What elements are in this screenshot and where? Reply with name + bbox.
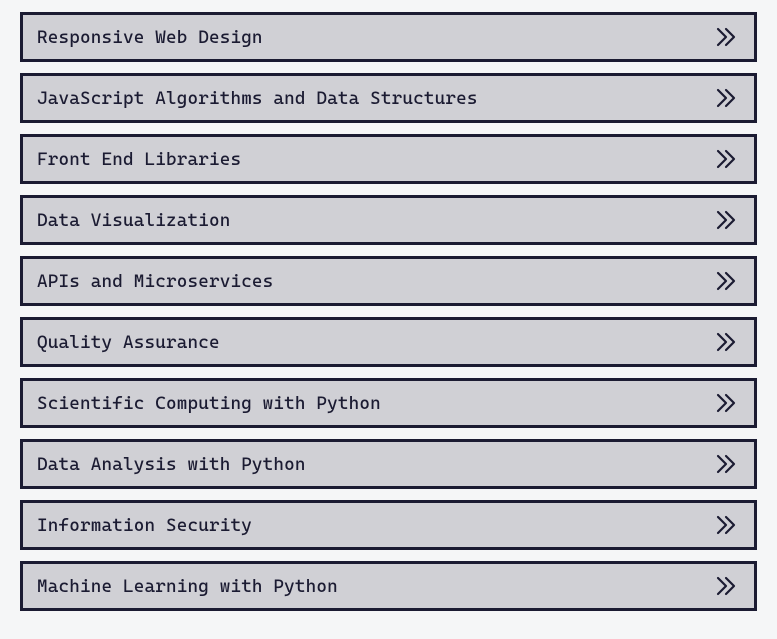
course-label: Front End Libraries xyxy=(37,149,241,170)
course-label: APIs and Microservices xyxy=(37,271,273,292)
course-label: Responsive Web Design xyxy=(37,27,263,48)
chevrons-right-icon xyxy=(714,209,738,231)
chevrons-right-icon xyxy=(714,270,738,292)
course-item-front-end-libraries[interactable]: Front End Libraries xyxy=(20,134,757,184)
chevrons-right-icon xyxy=(714,148,738,170)
course-item-data-analysis-python[interactable]: Data Analysis with Python xyxy=(20,439,757,489)
course-item-quality-assurance[interactable]: Quality Assurance xyxy=(20,317,757,367)
course-list: Responsive Web Design JavaScript Algorit… xyxy=(20,12,757,611)
course-item-machine-learning-python[interactable]: Machine Learning with Python xyxy=(20,561,757,611)
course-label: JavaScript Algorithms and Data Structure… xyxy=(37,88,478,109)
chevrons-right-icon xyxy=(714,331,738,353)
chevrons-right-icon xyxy=(714,575,738,597)
chevrons-right-icon xyxy=(714,87,738,109)
course-label: Quality Assurance xyxy=(37,332,220,353)
course-item-apis-microservices[interactable]: APIs and Microservices xyxy=(20,256,757,306)
course-label: Data Visualization xyxy=(37,210,230,231)
course-item-javascript-algorithms[interactable]: JavaScript Algorithms and Data Structure… xyxy=(20,73,757,123)
chevrons-right-icon xyxy=(714,514,738,536)
chevrons-right-icon xyxy=(714,26,738,48)
course-label: Information Security xyxy=(37,515,252,536)
chevrons-right-icon xyxy=(714,392,738,414)
course-item-information-security[interactable]: Information Security xyxy=(20,500,757,550)
course-item-responsive-web-design[interactable]: Responsive Web Design xyxy=(20,12,757,62)
course-label: Machine Learning with Python xyxy=(37,576,338,597)
course-label: Scientific Computing with Python xyxy=(37,393,381,414)
course-item-scientific-computing-python[interactable]: Scientific Computing with Python xyxy=(20,378,757,428)
chevrons-right-icon xyxy=(714,453,738,475)
course-label: Data Analysis with Python xyxy=(37,454,306,475)
course-item-data-visualization[interactable]: Data Visualization xyxy=(20,195,757,245)
